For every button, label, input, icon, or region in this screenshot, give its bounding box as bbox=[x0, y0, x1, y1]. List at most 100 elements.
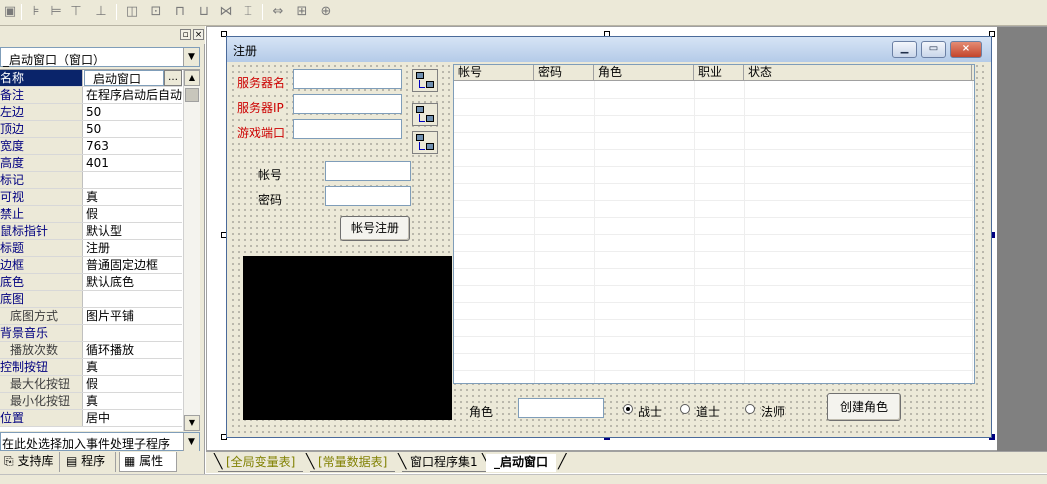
server-name-input[interactable] bbox=[293, 69, 402, 89]
radio-taoist[interactable] bbox=[680, 404, 690, 414]
space-icon[interactable]: ◫ bbox=[122, 3, 142, 21]
property-row[interactable]: 底色 默认底色 bbox=[0, 274, 182, 291]
property-value[interactable]: 循环播放 bbox=[86, 342, 182, 358]
tab-program-set[interactable]: 窗口程序集1 bbox=[402, 454, 486, 472]
property-row[interactable]: 禁止假 bbox=[0, 206, 182, 223]
property-row[interactable]: 底图 bbox=[0, 291, 182, 308]
property-value[interactable]: 假 bbox=[86, 376, 182, 392]
property-scrollbar[interactable]: ▲ ▼ bbox=[183, 70, 200, 431]
property-row[interactable]: 控制按钮真 bbox=[0, 359, 182, 376]
game-port-input[interactable] bbox=[293, 119, 402, 139]
equal-height-icon[interactable]: ⊔ bbox=[194, 3, 214, 21]
property-row[interactable]: 备注 在程序启动后自动 bbox=[0, 87, 182, 104]
property-row[interactable]: 标记 bbox=[0, 172, 182, 189]
property-value[interactable]: 50 bbox=[86, 121, 182, 137]
scroll-up-icon[interactable]: ▲ bbox=[184, 70, 200, 86]
server-ip-input[interactable] bbox=[293, 94, 402, 114]
server-connect-button-1[interactable] bbox=[412, 69, 438, 92]
tab-properties[interactable]: ▦ 属性 bbox=[119, 452, 177, 472]
property-row[interactable]: 名称 _启动窗口… bbox=[0, 70, 182, 87]
property-value[interactable]: 默认底色 bbox=[86, 274, 182, 290]
grid-icon[interactable]: ⊞ bbox=[292, 3, 312, 21]
align-top-icon[interactable]: ⊤ bbox=[66, 3, 86, 21]
list-column-role[interactable]: 角色 bbox=[594, 65, 694, 81]
center-icon[interactable]: ⊡ bbox=[146, 3, 166, 21]
list-column-password[interactable]: 密码 bbox=[534, 65, 594, 81]
minimize-icon[interactable]: ▁ bbox=[892, 41, 917, 58]
close-icon[interactable]: × bbox=[193, 29, 204, 40]
property-row[interactable]: 最小化按钮真 bbox=[0, 393, 182, 410]
radio-warrior[interactable] bbox=[623, 404, 633, 414]
property-value[interactable]: 763 bbox=[86, 138, 182, 154]
property-value[interactable]: 普通固定边框 bbox=[86, 257, 182, 273]
chevron-down-icon[interactable]: ▼ bbox=[183, 48, 199, 66]
spacing-icon[interactable]: ⋈ bbox=[216, 3, 236, 21]
maximize-icon[interactable]: ▭ bbox=[921, 41, 946, 58]
property-value[interactable]: 在程序启动后自动 bbox=[86, 87, 182, 103]
property-value[interactable]: 图片平铺 bbox=[86, 308, 182, 324]
property-row[interactable]: 鼠标指针 默认型 bbox=[0, 223, 182, 240]
property-row[interactable]: 位置 居中 bbox=[0, 410, 182, 427]
form-window[interactable]: 注册 ▁ ▭ × 服务器名 服务器IP 游戏端口 帐号 密码 帐号注册 帐号 密… bbox=[226, 36, 992, 438]
property-row[interactable]: 顶边 50 bbox=[0, 121, 182, 138]
tab-program[interactable]: ▤ 程序 bbox=[62, 452, 116, 472]
property-value[interactable] bbox=[86, 172, 182, 188]
fit-icon[interactable]: ⌶ bbox=[238, 3, 258, 21]
equal-width-icon[interactable]: ⊓ bbox=[170, 3, 190, 21]
event-select[interactable]: 在此处选择加入事件处理子程序 ▼ bbox=[0, 432, 200, 451]
property-row[interactable]: 高度 401 bbox=[0, 155, 182, 172]
property-value[interactable] bbox=[86, 325, 182, 341]
property-row[interactable]: 标题 注册 bbox=[0, 240, 182, 257]
tab-global-vars[interactable]: [全局变量表] bbox=[218, 454, 304, 472]
window-icon[interactable]: ▣ bbox=[0, 3, 20, 21]
property-row[interactable]: 背景音乐 bbox=[0, 325, 182, 342]
server-connect-button-3[interactable] bbox=[412, 131, 438, 154]
property-value[interactable] bbox=[86, 291, 182, 307]
property-row[interactable]: 最大化按钮假 bbox=[0, 376, 182, 393]
property-value[interactable]: _启动窗口 bbox=[84, 70, 164, 86]
property-value[interactable]: 真 bbox=[86, 359, 182, 375]
align-bottom-icon[interactable]: ⊥ bbox=[91, 3, 111, 21]
tab-support-lib[interactable]: ⎘ 支持库 bbox=[0, 452, 60, 472]
chevron-down-icon[interactable]: ▼ bbox=[183, 433, 199, 451]
list-column-class[interactable]: 职业 bbox=[694, 65, 744, 81]
tab-const-table[interactable]: [常量数据表] bbox=[310, 454, 396, 472]
register-account-button[interactable]: 帐号注册 bbox=[340, 216, 410, 241]
property-row[interactable]: 左边 50 bbox=[0, 104, 182, 121]
property-value[interactable]: 注册 bbox=[86, 240, 182, 256]
panel-caption: ▫ × bbox=[0, 26, 205, 44]
align-left-icon[interactable]: ⊧ bbox=[26, 3, 46, 21]
property-value[interactable]: 假 bbox=[86, 206, 182, 222]
scroll-down-icon[interactable]: ▼ bbox=[184, 415, 200, 431]
property-value[interactable]: 居中 bbox=[86, 410, 182, 426]
property-row[interactable]: 边框 普通固定边框 bbox=[0, 257, 182, 274]
property-row[interactable]: 播放次数 循环播放 bbox=[0, 342, 182, 359]
property-value[interactable]: 真 bbox=[86, 393, 182, 409]
ellipsis-icon[interactable]: … bbox=[164, 70, 182, 86]
server-connect-button-2[interactable] bbox=[412, 103, 438, 126]
property-value[interactable]: 真 bbox=[86, 189, 182, 205]
list-column-account[interactable]: 帐号 bbox=[454, 65, 534, 81]
create-role-button[interactable]: 创建角色 bbox=[827, 393, 901, 421]
property-value[interactable]: 401 bbox=[86, 155, 182, 171]
property-value[interactable]: 默认型 bbox=[86, 223, 182, 239]
role-input[interactable] bbox=[518, 398, 604, 418]
password-input[interactable] bbox=[325, 186, 411, 206]
radio-mage[interactable] bbox=[745, 404, 755, 414]
property-row[interactable]: 可视真 bbox=[0, 189, 182, 206]
property-row[interactable]: 底图方式 图片平铺 bbox=[0, 308, 182, 325]
size-icon[interactable]: ⇔ bbox=[268, 3, 288, 21]
scroll-thumb[interactable] bbox=[185, 88, 199, 102]
close-icon[interactable]: × bbox=[950, 41, 982, 58]
account-list[interactable]: 帐号 密码 角色 职业 状态 bbox=[453, 64, 975, 384]
list-column-status[interactable]: 状态 bbox=[744, 65, 972, 81]
align-center-icon[interactable]: ⊨ bbox=[46, 3, 66, 21]
grid-line bbox=[454, 319, 974, 320]
layout-icon[interactable]: ⊕ bbox=[316, 3, 336, 21]
object-select[interactable]: _启动窗口（窗口） ▼ bbox=[0, 47, 200, 67]
tab-startup-window[interactable]: _启动窗口 bbox=[486, 454, 557, 472]
property-row[interactable]: 宽度 763 bbox=[0, 138, 182, 155]
property-value[interactable]: 50 bbox=[86, 104, 182, 120]
restore-icon[interactable]: ▫ bbox=[180, 29, 191, 40]
account-input[interactable] bbox=[325, 161, 411, 181]
